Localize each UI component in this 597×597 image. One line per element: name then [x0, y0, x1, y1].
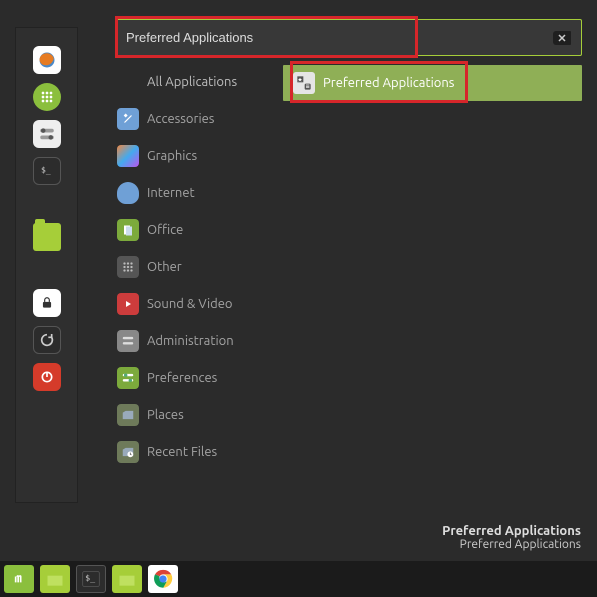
firefox-icon[interactable]	[33, 46, 61, 74]
places-icon	[117, 404, 139, 426]
category-places[interactable]: Places	[115, 398, 273, 432]
category-accessories[interactable]: Accessories	[115, 102, 273, 136]
apps-icon[interactable]	[33, 83, 61, 111]
category-other[interactable]: Other	[115, 250, 273, 284]
taskbar-files-open-icon[interactable]	[112, 565, 142, 593]
lock-icon[interactable]	[33, 289, 61, 317]
power-icon[interactable]	[33, 363, 61, 391]
accessories-icon	[117, 108, 139, 130]
category-all-applications[interactable]: All Applications	[115, 65, 273, 99]
search-field[interactable]	[115, 19, 582, 56]
app-description-title: Preferred Applications	[442, 524, 581, 538]
category-list: All Applications Accessories Graphics In…	[115, 65, 273, 469]
category-label: Office	[147, 223, 183, 237]
taskbar-files-icon[interactable]	[40, 565, 70, 593]
result-label: Preferred Applications	[323, 76, 454, 90]
reload-icon[interactable]	[33, 326, 61, 354]
category-recent-files[interactable]: Recent Files	[115, 435, 273, 469]
recent-files-icon	[117, 441, 139, 463]
category-label: Recent Files	[147, 445, 217, 459]
category-label: Sound & Video	[147, 297, 233, 311]
sound-video-icon	[117, 293, 139, 315]
all-apps-icon	[117, 71, 139, 93]
office-icon	[117, 219, 139, 241]
app-description: Preferred Applications Preferred Applica…	[442, 524, 581, 551]
category-label: Administration	[147, 334, 234, 348]
category-label: Preferences	[147, 371, 217, 385]
results-list: Preferred Applications	[283, 65, 582, 469]
search-input[interactable]	[126, 30, 553, 45]
category-label: Accessories	[147, 112, 214, 126]
category-internet[interactable]: Internet	[115, 176, 273, 210]
taskbar-terminal-icon[interactable]: $_	[76, 565, 106, 593]
clear-search-icon[interactable]	[553, 31, 571, 45]
category-office[interactable]: Office	[115, 213, 273, 247]
category-label: Graphics	[147, 149, 197, 163]
graphics-icon	[117, 145, 139, 167]
application-menu: All Applications Accessories Graphics In…	[115, 19, 582, 469]
category-graphics[interactable]: Graphics	[115, 139, 273, 173]
mint-menu-icon[interactable]	[4, 565, 34, 593]
category-label: Other	[147, 260, 182, 274]
result-preferred-applications[interactable]: Preferred Applications	[283, 65, 582, 101]
taskbar-chrome-icon[interactable]	[148, 565, 178, 593]
category-label: Internet	[147, 186, 195, 200]
preferred-apps-icon	[293, 72, 315, 94]
category-preferences[interactable]: Preferences	[115, 361, 273, 395]
launcher-panel: $_	[15, 27, 78, 503]
preferences-icon	[117, 367, 139, 389]
category-label: Places	[147, 408, 184, 422]
internet-icon	[117, 182, 139, 204]
svg-text:$_: $_	[41, 165, 51, 174]
svg-text:$_: $_	[85, 573, 96, 583]
category-administration[interactable]: Administration	[115, 324, 273, 358]
files-icon[interactable]	[33, 223, 61, 251]
administration-icon	[117, 330, 139, 352]
taskbar: $_	[0, 561, 597, 597]
app-description-subtitle: Preferred Applications	[442, 538, 581, 551]
category-label: All Applications	[147, 75, 237, 89]
category-sound-video[interactable]: Sound & Video	[115, 287, 273, 321]
terminal-icon[interactable]: $_	[33, 157, 61, 185]
toggles-icon[interactable]	[33, 120, 61, 148]
other-icon	[117, 256, 139, 278]
